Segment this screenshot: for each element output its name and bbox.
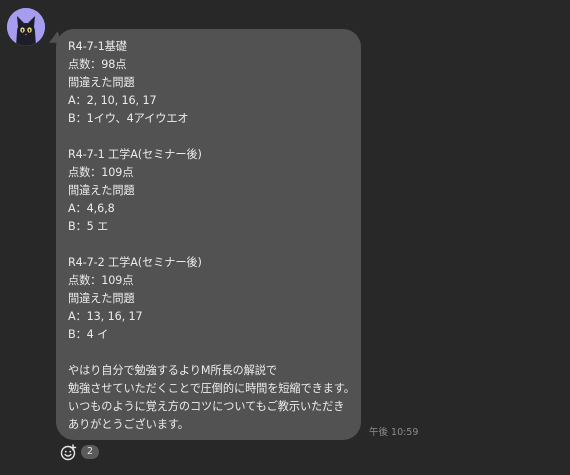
message-line: 間違えた問題 xyxy=(68,76,135,89)
message-line: 勉強させていただくことで圧倒的に時間を短縮できます。 xyxy=(68,382,355,395)
message-line: 点数：109点 xyxy=(68,274,134,287)
message-line: R4-7-1 工学A(セミナー後) xyxy=(68,148,202,161)
message-line: B：5 エ xyxy=(68,220,109,233)
reaction-count: 2 xyxy=(81,445,99,459)
message-timestamp: 午後 10:59 xyxy=(369,427,419,438)
message-line: A：4,6,8 xyxy=(68,202,115,215)
message-line: 間違えた問題 xyxy=(68,292,135,305)
message-line: ありがとうございます。 xyxy=(68,418,189,431)
message-line: A：13, 16, 17 xyxy=(68,310,143,323)
reaction-badge[interactable]: 2 xyxy=(60,443,99,461)
message-line: 間違えた問題 xyxy=(68,184,135,197)
message-line: いつものように覚え方のコツについてもご教示いただき xyxy=(68,400,345,413)
smiley-reaction-icon xyxy=(60,444,77,461)
message-bubble[interactable]: R4-7-1基礎 点数：98点 間違えた問題 A：2, 10, 16, 17 B：1イウ… xyxy=(56,29,361,440)
avatar[interactable] xyxy=(7,8,45,46)
message-line: B：4 イ xyxy=(68,328,109,341)
message-line: やはり自分で勉強するよりM所長の解説で xyxy=(68,364,277,377)
message-line: A：2, 10, 16, 17 xyxy=(68,94,157,107)
message-line: 点数：109点 xyxy=(68,166,134,179)
black-cat-icon xyxy=(7,8,45,46)
message-line: R4-7-2 工学A(セミナー後) xyxy=(68,256,202,269)
message-line: B：1イウ、4アイウエオ xyxy=(68,112,189,125)
message-line: R4-7-1基礎 xyxy=(68,40,127,53)
message-line: 点数：98点 xyxy=(68,58,127,71)
chat-view: R4-7-1基礎 点数：98点 間違えた問題 A：2, 10, 16, 17 B：1イウ… xyxy=(0,0,570,475)
